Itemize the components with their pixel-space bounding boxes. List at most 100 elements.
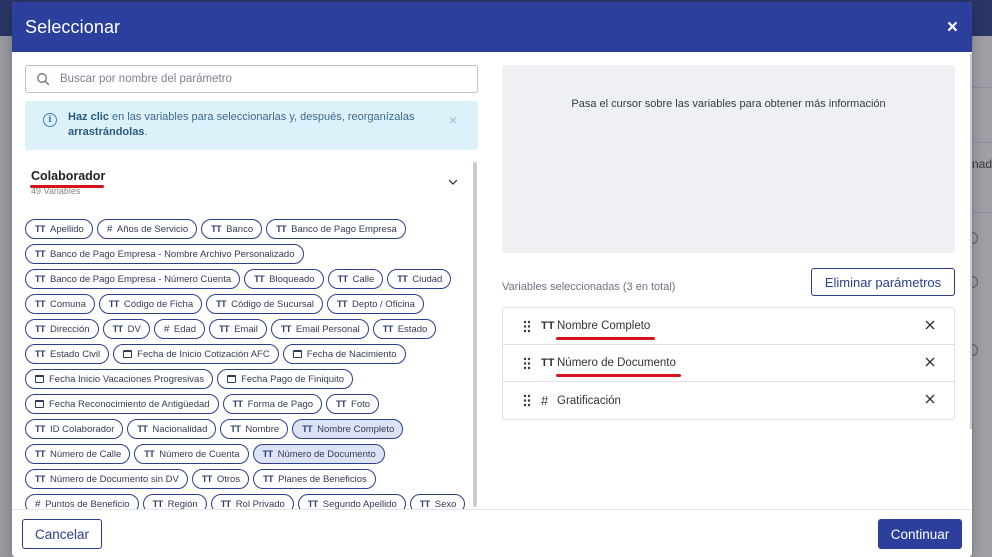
selected-variables-list: TT Nombre Completo TT Número de Documento # G… (502, 307, 955, 420)
number-type-icon: # (163, 323, 170, 335)
variable-chip[interactable]: TT Número de Documento sin DV (25, 469, 188, 489)
chip-row: TT Apellido # Años de Servicio TT Banco TT Banc… (25, 219, 483, 239)
variable-chip[interactable]: TT ID Colaborador (25, 419, 124, 439)
modal-footer: Cancelar Continuar (12, 509, 972, 557)
variable-chip[interactable]: TT Bloqueado (244, 269, 324, 289)
left-scrollbar[interactable] (473, 162, 477, 507)
variable-chip[interactable]: TT Código de Sucursal (206, 294, 324, 314)
annotation-underline (556, 374, 681, 377)
continue-button[interactable]: Continuar (878, 519, 962, 549)
variable-chip[interactable]: Fecha Inicio Vacaciones Progresivas (25, 369, 214, 389)
clear-parameters-button[interactable]: Eliminar parámetros (811, 268, 955, 296)
text-type-icon: TT (144, 449, 155, 459)
variable-chip[interactable]: Fecha Reconocimiento de Antigüedad (25, 394, 219, 414)
variable-chip[interactable]: TT Nombre (220, 419, 289, 439)
remove-icon[interactable] (924, 356, 936, 368)
selected-variable-item[interactable]: # Gratificación (503, 382, 954, 419)
variable-chip[interactable]: TT Banco de Pago Empresa (266, 219, 406, 239)
variable-chip[interactable]: TT Rol Privado (210, 494, 294, 510)
variable-chip[interactable]: TT Estado (372, 319, 437, 339)
variable-chip-label: Rol Privado (235, 498, 285, 510)
chip-row: # Puntos de Beneficio TT Región TT Rol Privad… (25, 494, 483, 510)
right-scrollbar[interactable] (970, 54, 972, 429)
search-input[interactable] (60, 73, 460, 85)
selected-count-label: Variables seleccionadas (3 en total) (502, 281, 676, 293)
variable-chip[interactable]: Fecha de Inicio Cotización AFC (113, 344, 279, 364)
variable-chip-label: Código de Ficha (123, 298, 194, 310)
text-type-icon: TT (35, 474, 46, 484)
variable-chip[interactable]: TT Otros (191, 469, 250, 489)
variable-chip[interactable]: TT Banco de Pago Empresa - Número Cuenta (25, 269, 241, 289)
variable-chip-label: Número de Documento sin DV (50, 473, 179, 485)
modal-header: Seleccionar × (12, 2, 972, 52)
variable-chip[interactable]: TT Sexo (409, 494, 466, 510)
drag-handle-icon[interactable] (523, 357, 531, 370)
variable-chip[interactable]: TT Número de Documento (252, 444, 385, 464)
chip-row: TT Dirección TT DV # Edad TT Email TT Email Perso… (25, 319, 483, 339)
variable-chip[interactable]: TT Estado Civil (25, 344, 110, 364)
selected-variable-item[interactable]: TT Nombre Completo (503, 308, 954, 345)
variable-chip-label: Depto / Oficina (352, 298, 415, 310)
chip-row: Fecha Reconocimiento de Antigüedad TT Form… (25, 394, 483, 414)
search-icon (37, 73, 50, 86)
variable-chip-label: Nacionalidad (152, 423, 208, 435)
chip-row: TT Número de Documento sin DV TT Otros TT Pla… (25, 469, 483, 489)
variable-chip[interactable]: TT Ciudad (387, 269, 452, 289)
variable-chip[interactable]: TT Calle (327, 269, 384, 289)
chevron-down-icon[interactable] (446, 175, 460, 189)
variable-chip[interactable]: TT Banco de Pago Empresa - Nombre Archivo… (25, 244, 304, 264)
variable-chip-label: Fecha Pago de Finiquito (241, 373, 345, 385)
variable-chip[interactable]: TT Comuna (25, 294, 95, 314)
text-type-icon: TT (232, 399, 244, 409)
variable-chip[interactable]: TT Número de Calle (25, 444, 131, 464)
variable-chip-label: Fecha de Inicio Cotización AFC (137, 348, 270, 360)
group-header-colaborador[interactable]: Colaborador 49 Variables (30, 169, 461, 196)
variable-chip-label: Banco de Pago Empresa - Nombre Archivo P… (50, 248, 295, 260)
variable-chip-label: Fecha Reconocimiento de Antigüedad (49, 398, 210, 410)
variable-chip[interactable]: TT Email (209, 319, 267, 339)
variable-chip[interactable]: Fecha de Nacimiento (282, 344, 406, 364)
remove-icon[interactable] (924, 393, 936, 405)
variable-chip[interactable]: Fecha Pago de Finiquito (217, 369, 354, 389)
variable-chip[interactable]: TT Depto / Oficina (327, 294, 424, 314)
variable-chip[interactable]: TT Planes de Beneficios (253, 469, 376, 489)
variable-chip[interactable]: # Años de Servicio (96, 219, 198, 239)
variable-chip-label: Estado Civil (50, 348, 101, 360)
variable-chip[interactable]: TT DV (102, 319, 150, 339)
drag-handle-icon[interactable] (523, 320, 531, 333)
variable-chip[interactable]: # Puntos de Beneficio (25, 494, 139, 510)
text-type-icon: TT (108, 299, 120, 309)
text-type-icon: TT (337, 274, 349, 284)
text-type-icon: TT (397, 274, 408, 284)
variable-chip-label: Calle (352, 273, 375, 285)
variable-chip-label: Número de Calle (50, 448, 122, 460)
info-icon: i (43, 113, 57, 127)
chip-row: TT Banco de Pago Empresa - Número Cuenta T… (25, 269, 483, 289)
variable-chip[interactable]: TT Región (142, 494, 207, 510)
variable-chip[interactable]: TT Nombre Completo (292, 419, 404, 439)
variable-chip[interactable]: TT Nacionalidad (127, 419, 217, 439)
remove-icon[interactable] (924, 319, 936, 331)
info-close-icon[interactable]: × (449, 112, 457, 128)
variable-chip[interactable]: TT Dirección (25, 319, 99, 339)
variable-chip[interactable]: TT Segundo Apellido (297, 494, 406, 510)
variable-chip[interactable]: TT Foto (326, 394, 380, 414)
variable-chip-label: Email Personal (295, 323, 360, 335)
calendar-icon (227, 375, 237, 383)
variable-chip[interactable]: TT Apellido (25, 219, 93, 239)
selected-variable-item[interactable]: TT Número de Documento (503, 345, 954, 382)
text-type-icon: TT (263, 474, 274, 484)
variable-chip[interactable]: # Edad (153, 319, 206, 339)
variable-chip[interactable]: TT Forma de Pago (222, 394, 323, 414)
variable-chip[interactable]: TT Banco (201, 219, 263, 239)
variable-chip-label: Banco de Pago Empresa - Número Cuenta (50, 273, 232, 285)
chip-row: TT Comuna TT Código de Ficha TT Código de Suc… (25, 294, 483, 314)
cancel-button[interactable]: Cancelar (22, 519, 102, 549)
drag-handle-icon[interactable] (523, 394, 531, 407)
variable-chip[interactable]: TT Número de Cuenta (134, 444, 249, 464)
variable-chip[interactable]: TT Código de Ficha (98, 294, 203, 314)
variable-chip[interactable]: TT Email Personal (270, 319, 369, 339)
close-icon[interactable]: × (947, 18, 958, 37)
search-box (25, 65, 478, 93)
selected-variable-name: Número de Documento (557, 357, 676, 369)
